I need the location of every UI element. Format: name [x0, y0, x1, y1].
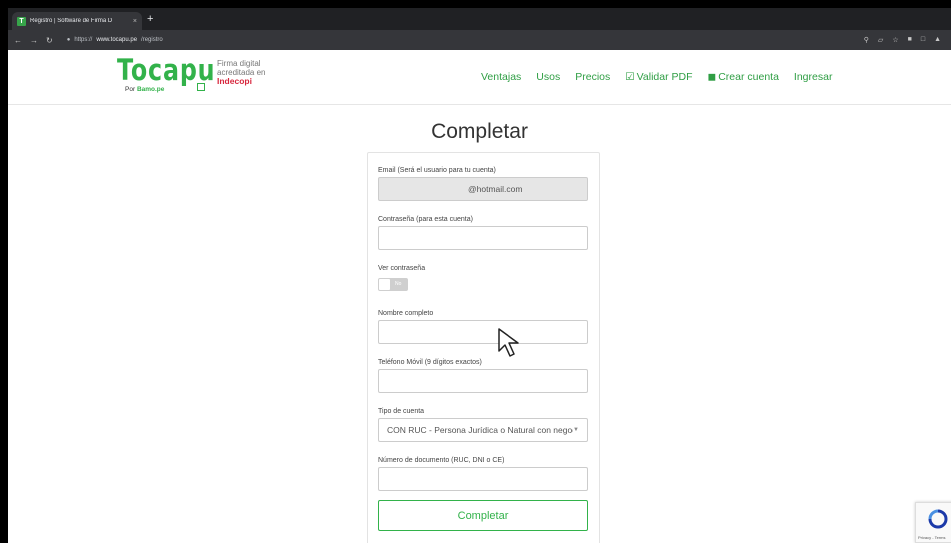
toggle-knob — [379, 279, 390, 290]
logo-brand: Bamo.pe — [136, 86, 165, 93]
docnum-field[interactable] — [378, 467, 588, 491]
logo-text: Tocapu — [117, 53, 216, 87]
browser-chrome: T Registro | Software de Firma D × + ← →… — [8, 8, 951, 50]
browser-toolbar: ← → ↻ ● https://www.tocapu.pe/registro ⚲… — [8, 30, 951, 50]
nav-validar-pdf[interactable]: ☑ Validar PDF — [625, 71, 692, 83]
account-type-select[interactable]: CON RUC - Persona Jurídica o Natural con… — [378, 418, 588, 442]
submit-group: Completar — [378, 500, 588, 531]
email-value: @hotmail.com — [468, 184, 523, 194]
new-tab-button[interactable]: + — [147, 13, 153, 25]
search-icon[interactable]: ⚲ — [864, 36, 869, 44]
password-group: Contraseña (para esta cuenta) — [378, 216, 588, 250]
nav-crear-label: Crear cuenta — [718, 71, 779, 83]
tab-title: Registro | Software de Firma D — [30, 18, 113, 24]
docnum-label: Número de documento (RUC, DNI o CE) — [378, 457, 505, 464]
nav-validar-label: Validar PDF — [636, 71, 693, 83]
registration-form: Email (Será el usuario para tu cuenta) @… — [367, 152, 600, 543]
email-field[interactable]: @hotmail.com — [378, 177, 588, 201]
fullname-field[interactable] — [378, 320, 588, 344]
page-title: Completar — [431, 120, 528, 143]
reload-icon[interactable]: ↻ — [46, 36, 53, 45]
mouse-pointer-icon — [498, 328, 519, 357]
account-type-label: Tipo de cuenta — [378, 408, 425, 415]
forward-icon[interactable]: → — [30, 36, 38, 45]
phone-group: Teléfono Móvil (9 dígitos exactos) — [378, 359, 588, 393]
nav-ingresar[interactable]: Ingresar — [794, 71, 833, 83]
password-field[interactable] — [378, 226, 588, 250]
check-square-icon: ☑ — [625, 71, 635, 83]
cert-authority: Indecopi — [217, 76, 252, 86]
share-icon[interactable]: ▱ — [878, 36, 883, 44]
toolbar-actions: ⚲ ▱ ☆ ■ □ ▲ — [864, 36, 945, 44]
fullname-group: Nombre completo — [378, 310, 588, 344]
logo-by: Por — [125, 86, 136, 93]
favicon-icon: T — [17, 16, 26, 26]
tocapu-logo[interactable]: Tocapu Por Bamo.pe — [117, 53, 216, 101]
extensions-icon[interactable]: ■ — [908, 36, 912, 44]
fullname-label: Nombre completo — [378, 310, 434, 317]
site-header: Tocapu Por Bamo.pe Firma digital acredit… — [8, 50, 951, 105]
url-scheme: https:// — [74, 37, 93, 43]
email-group: Email (Será el usuario para tu cuenta) @… — [378, 167, 588, 201]
tab-strip: T Registro | Software de Firma D × + — [8, 8, 951, 30]
email-label: Email (Será el usuario para tu cuenta) — [378, 167, 496, 174]
phone-label: Teléfono Móvil (9 dígitos exactos) — [378, 359, 482, 366]
cert-line-1: Firma digital — [217, 59, 261, 68]
nav-ventajas[interactable]: Ventajas — [481, 71, 521, 83]
logo-square-icon — [197, 83, 205, 91]
nav-usos[interactable]: Usos — [536, 71, 560, 83]
nav-crear-cuenta[interactable]: ◼ Crear cuenta — [708, 71, 779, 83]
docnum-group: Número de documento (RUC, DNI o CE) — [378, 457, 588, 491]
close-tab-icon[interactable]: × — [133, 18, 137, 25]
back-icon[interactable]: ← — [14, 36, 22, 45]
lock-icon: ◼ — [707, 71, 717, 83]
show-password-label: Ver contraseña — [378, 265, 426, 272]
certification-note: Firma digital acreditada en Indecopi — [217, 59, 287, 86]
show-password-toggle[interactable]: No — [378, 278, 408, 291]
main-nav: Ventajas Usos Precios ☑ Validar PDF ◼ Crea… — [481, 71, 832, 83]
star-icon[interactable]: ☆ — [892, 36, 898, 44]
logo-subtitle: Por Bamo.pe — [125, 86, 164, 93]
phone-field[interactable] — [378, 369, 588, 393]
account-type-group: Tipo de cuenta CON RUC - Persona Jurídic… — [378, 408, 588, 442]
url-path: /registro — [141, 37, 163, 43]
lock-icon: ● — [66, 37, 71, 43]
recaptcha-text: Privacy - Terms — [918, 535, 946, 540]
recaptcha-badge[interactable]: Privacy - Terms — [915, 502, 951, 543]
account-type-value: CON RUC - Persona Jurídica o Natural con… — [387, 425, 574, 435]
password-label: Contraseña (para esta cuenta) — [378, 216, 473, 223]
url-host: www.tocapu.pe — [96, 37, 138, 43]
profile-icon[interactable]: ▲ — [934, 36, 941, 44]
window-icon[interactable]: □ — [921, 36, 925, 44]
recaptcha-icon — [928, 509, 948, 529]
nav-precios[interactable]: Precios — [575, 71, 610, 83]
web-page: Tocapu Por Bamo.pe Firma digital acredit… — [8, 50, 951, 543]
chevron-down-icon: ▼ — [573, 427, 579, 433]
toggle-text: No — [395, 281, 402, 287]
submit-button[interactable]: Completar — [378, 500, 588, 531]
show-password-group: Ver contraseña No — [378, 265, 425, 291]
browser-tab[interactable]: T Registro | Software de Firma D × — [12, 12, 142, 30]
address-bar[interactable]: ● https://www.tocapu.pe/registro — [61, 33, 169, 47]
